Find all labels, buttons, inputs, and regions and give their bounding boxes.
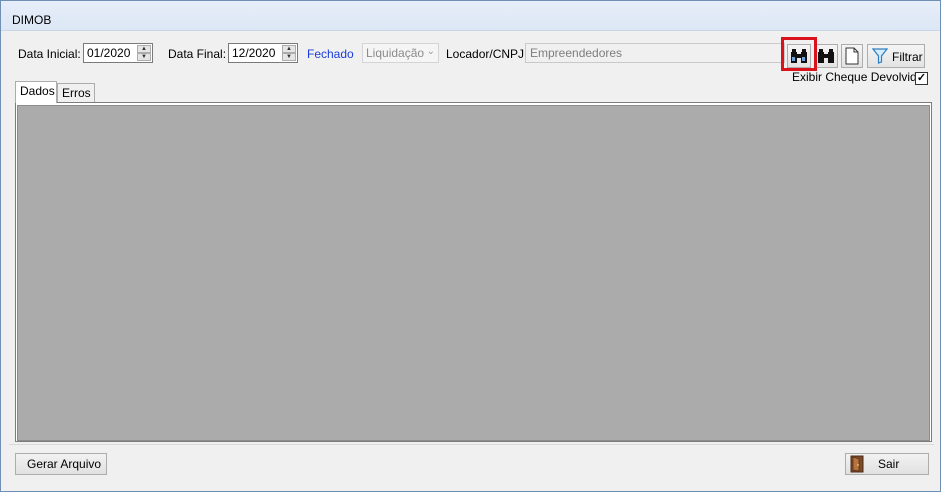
data-inicial-label: Data Inicial: xyxy=(18,47,81,61)
exit-door-icon xyxy=(850,455,864,473)
binoculars-icon xyxy=(818,49,834,63)
gerar-arquivo-label: Gerar Arquivo xyxy=(27,457,102,471)
window-title: DIMOB xyxy=(12,13,52,27)
data-final-label: Data Final: xyxy=(168,47,227,61)
filtrar-button[interactable]: Filtrar xyxy=(867,44,925,68)
tab-erros-label: Erros xyxy=(62,86,91,100)
locador-value: Empreendedores xyxy=(530,46,623,60)
search-button-highlight xyxy=(781,37,817,71)
data-inicial-field[interactable]: 01/2020 ▲ ▼ xyxy=(83,43,153,63)
exibir-cheque-label: Exibir Cheque Devolvido xyxy=(792,70,924,84)
tipo-combobox[interactable]: Liquidação ⌄ xyxy=(362,43,439,63)
tab-erros[interactable]: Erros xyxy=(57,83,95,103)
client-area: Data Inicial: 01/2020 ▲ ▼ Data Final: 12… xyxy=(9,32,934,486)
status-fechado-label: Fechado xyxy=(307,47,354,61)
footer-divider xyxy=(9,444,934,445)
data-inicial-spinner[interactable]: ▲ ▼ xyxy=(137,45,151,61)
locador-field[interactable]: Empreendedores xyxy=(525,43,785,63)
data-final-value: 12/2020 xyxy=(232,46,276,60)
sair-label: Sair xyxy=(878,457,900,471)
locador-label: Locador/CNPJ: xyxy=(446,47,528,61)
document-icon xyxy=(845,47,859,65)
dimob-window: DIMOB Data Inicial: 01/2020 ▲ ▼ Data Fin… xyxy=(0,0,941,492)
tab-dados-label: Dados xyxy=(20,84,55,98)
filtrar-label: Filtrar xyxy=(892,50,923,64)
data-final-spinner[interactable]: ▲ ▼ xyxy=(282,45,296,61)
spin-up-icon[interactable]: ▲ xyxy=(282,45,296,53)
exibir-cheque-checkbox[interactable]: ✓ xyxy=(915,72,928,85)
sair-button[interactable]: Sair xyxy=(845,453,929,475)
chevron-down-icon[interactable]: ⌄ xyxy=(427,46,435,57)
new-document-button[interactable] xyxy=(841,44,863,68)
spin-up-icon[interactable]: ▲ xyxy=(137,45,151,53)
tipo-value: Liquidação xyxy=(366,46,425,60)
gerar-arquivo-button[interactable]: Gerar Arquivo xyxy=(15,453,107,475)
title-bar: DIMOB xyxy=(1,1,940,31)
funnel-icon xyxy=(872,48,888,64)
search-all-button[interactable] xyxy=(814,44,838,68)
tab-dados[interactable]: Dados xyxy=(15,81,57,103)
dados-panel xyxy=(15,102,932,442)
spin-down-icon[interactable]: ▼ xyxy=(137,53,151,61)
spin-down-icon[interactable]: ▼ xyxy=(282,53,296,61)
data-grid[interactable] xyxy=(17,105,930,441)
data-final-field[interactable]: 12/2020 ▲ ▼ xyxy=(228,43,298,63)
data-inicial-value: 01/2020 xyxy=(87,46,131,60)
